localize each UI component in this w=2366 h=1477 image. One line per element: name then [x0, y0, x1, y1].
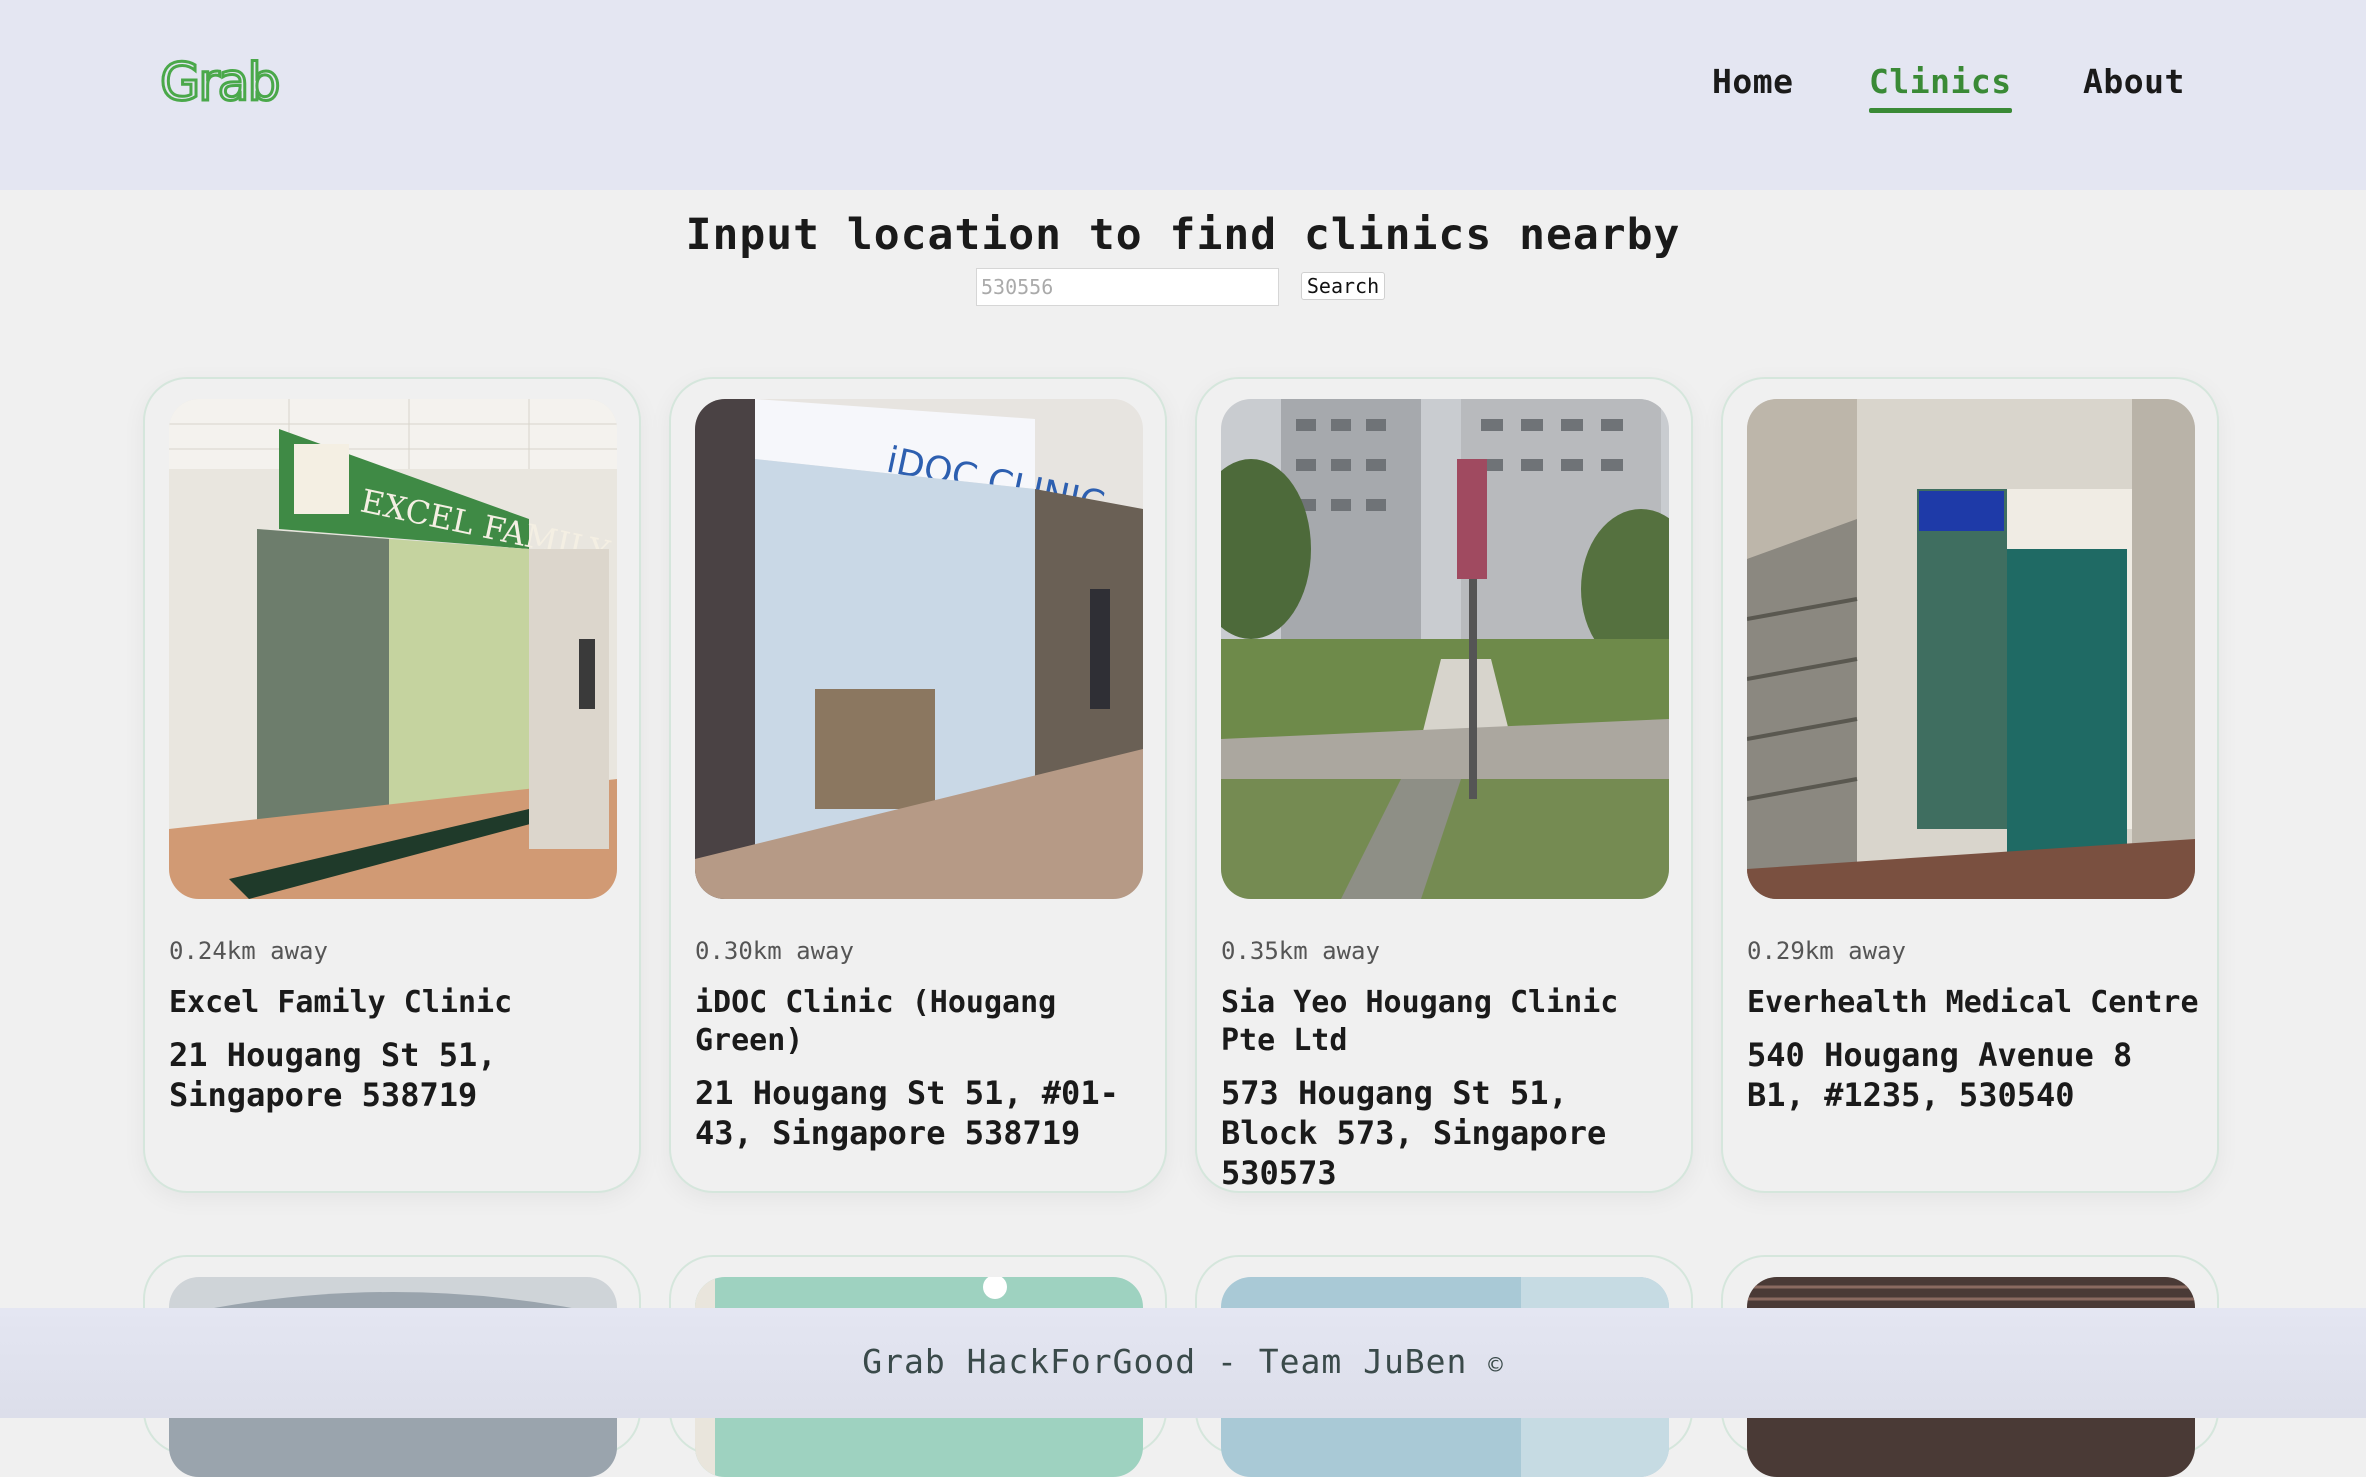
location-input[interactable] — [976, 268, 1279, 306]
clinic-address: 21 Hougang St 51, #01-43, Singapore 5387… — [695, 1074, 1119, 1152]
clinic-photo — [1221, 399, 1669, 899]
clinic-card[interactable]: 0.35km away Sia Yeo Hougang Clinic Pte L… — [1195, 377, 1693, 1193]
search-button[interactable]: Search — [1301, 272, 1385, 300]
site-header: Grab Home Clinics About — [0, 0, 2366, 190]
footer-text: Grab HackForGood - Team JuBen © — [0, 1342, 2366, 1381]
footer-credit: Grab HackForGood - Team JuBen — [862, 1342, 1468, 1381]
clinic-name: Everhealth Medical Centre — [1747, 985, 2199, 1020]
nav-about[interactable]: About — [2083, 62, 2185, 101]
clinic-address: 573 Hougang St 51, Block 573, Singapore … — [1221, 1074, 1607, 1192]
main-nav: Home Clinics About — [0, 62, 2366, 122]
copyright-symbol: © — [1488, 1351, 1504, 1379]
clinic-photo — [1747, 399, 2195, 899]
page-title: Input location to find clinics nearby — [685, 210, 1681, 260]
clinic-photo: iDOC CLINIC — [695, 399, 1143, 899]
clinic-card[interactable]: 0.29km away Everhealth Medical Centre 54… — [1721, 377, 2219, 1193]
search-bar: Search — [976, 268, 1396, 306]
clinic-name: iDOC Clinic (Hougang Green) — [695, 985, 1057, 1058]
clinic-card[interactable]: iDOC CLINIC 0.30km away iDOC Clinic (Hou… — [669, 377, 1167, 1193]
distance-label: 0.24km away — [169, 937, 328, 965]
distance-label: 0.35km away — [1221, 937, 1380, 965]
clinic-address: 540 Hougang Avenue 8 B1, #1235, 530540 — [1747, 1036, 2133, 1114]
clinic-photo: EXCEL FAMILY CLINIC — [169, 399, 617, 899]
distance-label: 0.29km away — [1747, 937, 1906, 965]
clinic-card[interactable]: EXCEL FAMILY CLINIC 0.24km away Excel Fa… — [143, 377, 641, 1193]
nav-home[interactable]: Home — [1712, 62, 1793, 101]
site-footer: Grab HackForGood - Team JuBen © — [0, 1308, 2366, 1418]
clinic-name: Sia Yeo Hougang Clinic Pte Ltd — [1221, 985, 1619, 1058]
clinic-name: Excel Family Clinic — [169, 985, 513, 1020]
clinic-address: 21 Hougang St 51, Singapore 538719 — [169, 1036, 497, 1114]
nav-clinics[interactable]: Clinics — [1869, 62, 2012, 113]
distance-label: 0.30km away — [695, 937, 854, 965]
